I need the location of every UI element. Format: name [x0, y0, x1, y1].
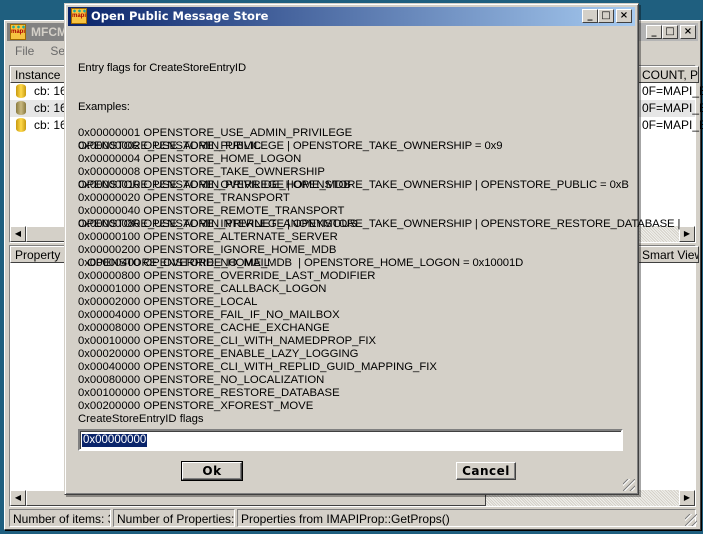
minimize-button[interactable]: _: [582, 9, 598, 23]
dialog-resize-grip[interactable]: [623, 479, 635, 491]
dialog-titlebar[interactable]: mapi Open Public Message Store _ □ ×: [68, 7, 635, 26]
flag-item: 0x00008000 OPENSTORE_CACHE_EXCHANGE: [78, 322, 330, 334]
message-store-icon: [16, 84, 26, 98]
close-button[interactable]: ×: [616, 9, 632, 23]
ok-button[interactable]: Ok: [181, 461, 243, 481]
flag-item: 0x00000080 OPENSTORE_INTERNET_ANONYMOUS: [78, 218, 358, 230]
flag-item: 0x00004000 OPENSTORE_FAIL_IF_NO_MAILBOX: [78, 309, 340, 321]
column-header-smart-view[interactable]: Smart View: [637, 246, 699, 263]
minimize-button[interactable]: _: [646, 25, 662, 39]
column-header-object-type[interactable]: COUNT, Pi..: [637, 66, 699, 83]
dialog-title: Open Public Message Store: [91, 9, 269, 23]
flag-item: 0x00001000 OPENSTORE_CALLBACK_LOGON: [78, 283, 327, 295]
flag-item: 0x00000001 OPENSTORE_USE_ADMIN_PRIVILEGE: [78, 127, 353, 139]
field-label: CreateStoreEntryID flags: [78, 413, 204, 425]
menu-file[interactable]: File: [15, 44, 34, 58]
flag-item: 0x00000010 OPENSTORE_OVERRIDE_HOME_MDB: [78, 179, 351, 191]
flag-item: 0x00000400 OPENSTORE_NO_MAIL: [78, 257, 270, 269]
flag-item: 0x00002000 OPENSTORE_LOCAL: [78, 296, 258, 308]
row-object-type: 0F=MAPI_E.: [642, 118, 703, 132]
mapi-app-icon: mapi: [71, 8, 87, 24]
row-object-type: 0F=MAPI_E.: [642, 101, 703, 115]
maximize-button[interactable]: □: [662, 25, 678, 39]
scroll-left-button[interactable]: ◀: [10, 490, 26, 506]
description-line: Entry flags for CreateStoreEntryID: [78, 62, 247, 74]
cancel-button[interactable]: Cancel: [456, 462, 516, 480]
flag-item: 0x00000008 OPENSTORE_TAKE_OWNERSHIP: [78, 166, 325, 178]
flag-item: 0x00000020 OPENSTORE_TRANSPORT: [78, 192, 290, 204]
scroll-right-button[interactable]: ▶: [679, 490, 695, 506]
flag-item: 0x00000800 OPENSTORE_OVERRIDE_LAST_MODIF…: [78, 270, 376, 282]
flag-item: 0x00010000 OPENSTORE_CLI_WITH_NAMEDPROP_…: [78, 335, 377, 347]
createstoreentryid-flags-input[interactable]: 0x00000000: [78, 429, 623, 451]
flag-list: 0x00000001 OPENSTORE_USE_ADMIN_PRIVILEGE…: [78, 127, 437, 426]
row-instance-key: cb: 16: [34, 101, 67, 115]
flag-item: 0x00000100 OPENSTORE_ALTERNATE_SERVER: [78, 231, 338, 243]
flag-item: 0x00000004 OPENSTORE_HOME_LOGON: [78, 153, 302, 165]
status-source: Properties from IMAPIProp::GetProps(): [237, 509, 696, 527]
flag-item: 0x00000200 OPENSTORE_IGNORE_HOME_MDB: [78, 244, 337, 256]
flag-item: 0x00200000 OPENSTORE_XFOREST_MOVE: [78, 400, 314, 412]
row-instance-key: cb: 16: [34, 84, 67, 98]
scroll-left-button[interactable]: ◀: [10, 226, 26, 242]
flag-item: 0x00100000 OPENSTORE_RESTORE_DATABASE: [78, 387, 340, 399]
status-bar: Number of items: 3 Number of Properties:…: [7, 509, 698, 527]
row-instance-key: cb: 16: [34, 118, 67, 132]
maximize-button[interactable]: □: [598, 9, 614, 23]
flag-item: 0x00000002 OPENSTORE_PUBLIC: [78, 140, 262, 152]
flags-input-value[interactable]: 0x00000000: [82, 434, 148, 447]
description-line: Examples:: [78, 101, 130, 113]
row-object-type: 0F=MAPI_E.: [642, 84, 703, 98]
flag-item: 0x00080000 OPENSTORE_NO_LOCALIZATION: [78, 374, 325, 386]
scroll-right-button[interactable]: ▶: [679, 226, 695, 242]
message-store-icon: [16, 118, 26, 132]
status-property-count: Number of Properties: 0: [113, 509, 235, 527]
open-public-message-store-dialog: mapi Open Public Message Store _ □ × Ent…: [64, 3, 680, 495]
status-item-count: Number of items: 3: [9, 509, 111, 527]
flag-item: 0x00000040 OPENSTORE_REMOTE_TRANSPORT: [78, 205, 345, 217]
resize-grip[interactable]: [685, 514, 697, 526]
flag-item: 0x00040000 OPENSTORE_CLI_WITH_REPLID_GUI…: [78, 361, 437, 373]
message-store-icon: [16, 101, 26, 115]
close-button[interactable]: ×: [680, 25, 696, 39]
mapi-app-icon: mapi: [10, 24, 26, 40]
flag-item: 0x00020000 OPENSTORE_ENABLE_LAZY_LOGGING: [78, 348, 359, 360]
